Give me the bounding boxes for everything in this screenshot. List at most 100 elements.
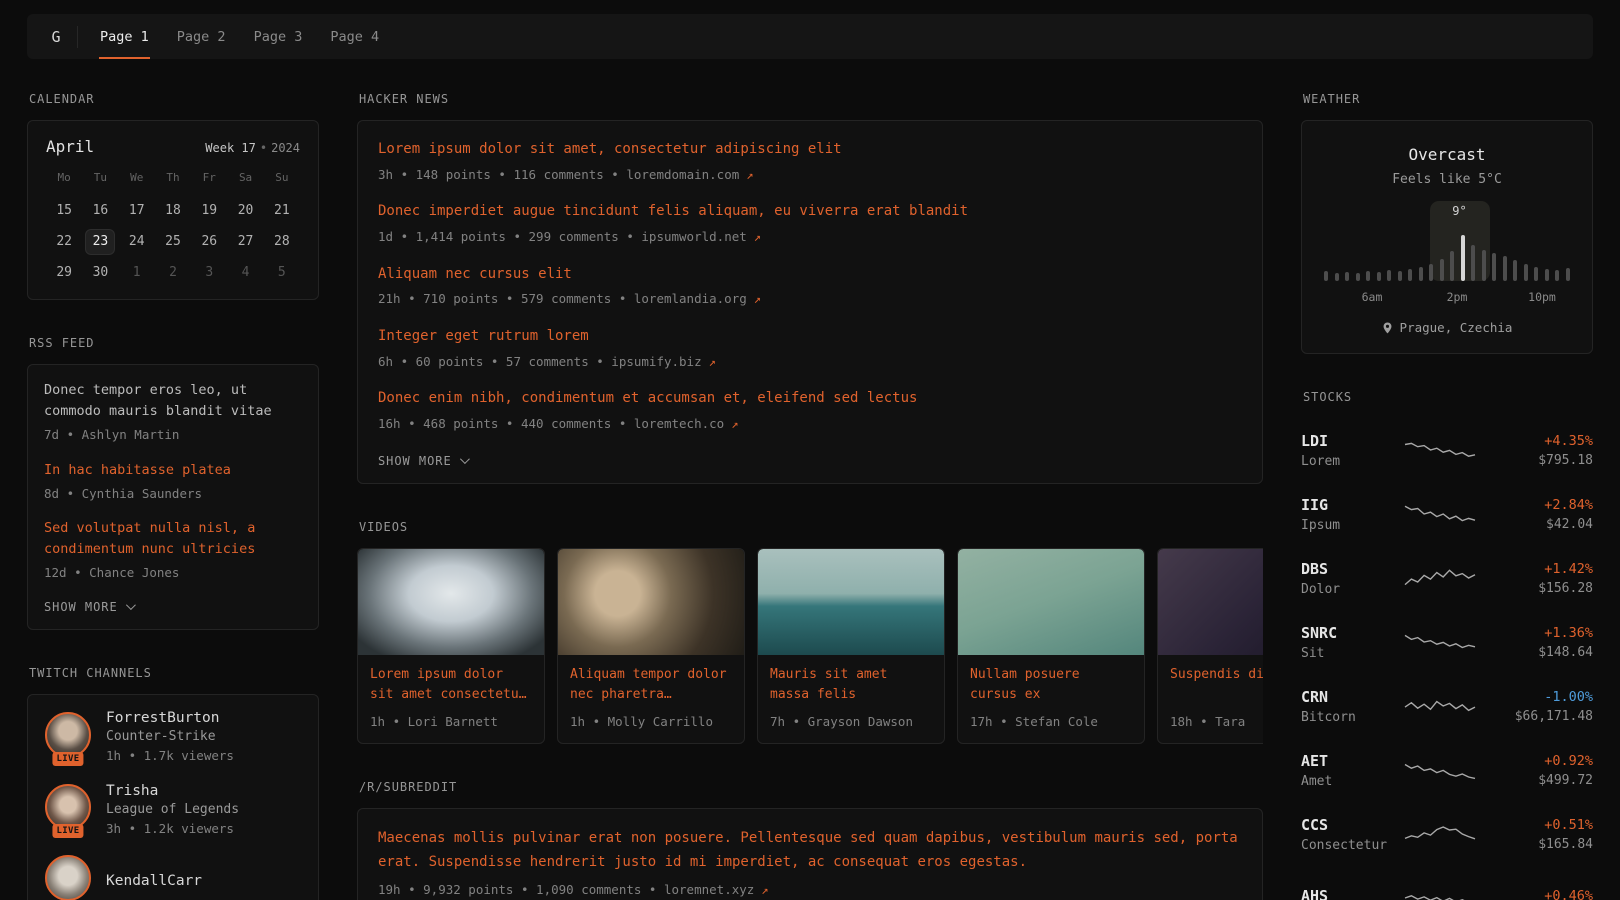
stock-ticker: CCS [1301,816,1399,834]
video-card[interactable]: Lorem ipsum dolor sit amet consectetu… 1… [357,548,545,745]
page-tabs: Page 1Page 2Page 3Page 4 [86,14,393,59]
subreddit-post-card: Maecenas mollis pulvinar erat non posuer… [357,808,1263,900]
twitch-widget: TWITCH CHANNELS LIVE ForrestBurton [27,666,319,900]
hackernews-item-domain[interactable]: loremlandia.org [634,291,747,306]
twitch-channel[interactable]: LIVE Trisha League of Legends 3h • 1.2k … [44,783,302,839]
stock-row[interactable]: IIG Ipsum +2.84% $42.04 [1301,482,1593,546]
chevron-down-icon [460,454,470,464]
hackernews-item-stats: 1d • 1,414 points • 299 comments • [378,229,641,244]
video-meta: 1h • Lori Barnett [370,713,532,732]
stock-identity: CRN Bitcorn [1301,688,1399,725]
external-link-icon[interactable]: ↗ [731,417,738,431]
chevron-down-icon [126,600,136,610]
hackernews-item-title[interactable]: Lorem ipsum dolor sit amet, consectetur … [378,140,1242,160]
stock-row[interactable]: AET Amet +0.92% $499.72 [1301,738,1593,802]
rss-item: In hac habitasse platea 8d • Cynthia Sau… [44,460,302,504]
weather-location: Prague, Czechia [1322,320,1572,335]
page-tab[interactable]: Page 3 [240,14,317,59]
video-card[interactable]: Aliquam tempor dolor nec pharetra… 1h • … [557,548,745,745]
rss-item: Sed volutpat nulla nisl, a condimentum n… [44,518,302,583]
hackernews-item-domain[interactable]: loremtech.co [634,416,724,431]
video-title[interactable]: Mauris sit amet massa felis [770,665,932,706]
video-title[interactable]: Suspendis diam [1170,665,1263,706]
rss-item-title[interactable]: Sed volutpat nulla nisl, a condimentum n… [44,518,302,560]
twitch-channel-info: KendallCarr [106,873,202,889]
hackernews-widget-title: HACKER NEWS [359,92,1263,106]
video-title[interactable]: Nullam posuere cursus ex [970,665,1132,706]
calendar-day: 24 [123,230,151,254]
app-logo[interactable]: G [39,28,73,46]
external-link-icon[interactable]: ↗ [761,883,768,897]
rss-item-title[interactable]: Donec tempor eros leo, ut commodo mauris… [44,380,302,422]
hackernews-item: Lorem ipsum dolor sit amet, consectetur … [378,140,1242,184]
video-card[interactable]: Mauris sit amet massa felis 7h • Grayson… [757,548,945,745]
stocks-widget: STOCKS LDI Lorem +4.35% $795.18 [1301,390,1593,900]
page-tab[interactable]: Page 1 [86,14,163,59]
weather-bar [1387,270,1391,281]
show-more-button[interactable]: SHOW MORE [378,452,467,470]
weather-condition: Overcast [1322,145,1572,164]
stock-row[interactable]: SNRC Sit +1.36% $148.64 [1301,610,1593,674]
video-thumbnail [558,549,744,655]
stock-row[interactable]: AHS +0.46% [1301,866,1593,900]
stock-price: $42.04 [1481,517,1593,532]
external-link-icon[interactable]: ↗ [754,230,761,244]
twitch-channel[interactable]: KendallCarr [44,855,302,900]
external-link-icon[interactable]: ↗ [709,355,716,369]
subreddit-post-meta: 19h • 9,932 points • 1,090 comments • lo… [378,881,1242,900]
calendar-day: 19 [195,199,223,223]
hackernews-item-title[interactable]: Donec enim nibh, condimentum et accumsan… [378,389,1242,409]
avatar-image [45,855,91,900]
video-title[interactable]: Lorem ipsum dolor sit amet consectetu… [370,665,532,706]
page-tab[interactable]: Page 4 [316,14,393,59]
video-card[interactable]: Suspendis diam 18h • Tara [1157,548,1263,745]
weather-widget: WEATHER Overcast Feels like 5°C 9° 6am 2… [1301,92,1593,354]
rss-item-meta: 12d • Chance Jones [44,564,302,583]
hackernews-item-title[interactable]: Integer eget rutrum lorem [378,327,1242,347]
video-meta: 18h • Tara [1170,713,1263,732]
weather-bar [1524,264,1528,281]
stock-row[interactable]: LDI Lorem +4.35% $795.18 [1301,418,1593,482]
top-navigation: G Page 1Page 2Page 3Page 4 [27,14,1593,59]
live-badge: LIVE [52,752,83,766]
stock-figures: +0.92% $499.72 [1481,753,1593,788]
video-title[interactable]: Aliquam tempor dolor nec pharetra… [570,665,732,706]
stock-change: +0.46% [1481,888,1593,900]
hackernews-item-domain[interactable]: loremdomain.com [626,167,739,182]
show-more-label: SHOW MORE [378,454,452,468]
stock-sparkline [1399,437,1481,463]
hackernews-item-domain[interactable]: ipsumworld.net [641,229,746,244]
stock-ticker: AHS [1301,887,1399,900]
calendar-separator: • [260,141,267,155]
calendar-day: 29 [50,261,78,285]
stock-sparkline [1399,629,1481,655]
stock-price: $156.28 [1481,581,1593,596]
calendar-year: 2024 [271,141,300,155]
subreddit-post-stats: 19h • 9,932 points • 1,090 comments • [378,882,664,897]
weather-bar [1555,270,1559,281]
calendar-day: 26 [195,230,223,254]
page-tab[interactable]: Page 2 [163,14,240,59]
show-more-button[interactable]: SHOW MORE [44,598,133,616]
subreddit-post-title[interactable]: Maecenas mollis pulvinar erat non posuer… [378,827,1242,873]
external-link-icon[interactable]: ↗ [746,168,753,182]
left-column: CALENDAR April Week 17•2024 MoTuWeThFrSa… [27,92,319,900]
stock-row[interactable]: DBS Dolor +1.42% $156.28 [1301,546,1593,610]
twitch-channel[interactable]: LIVE ForrestBurton Counter-Strike 1h • 1… [44,710,302,766]
hackernews-item-title[interactable]: Donec imperdiet augue tincidunt felis al… [378,202,1242,222]
video-card[interactable]: Nullam posuere cursus ex 17h • Stefan Co… [957,548,1145,745]
calendar-dow-label: Mo [58,171,71,184]
hackernews-item-stats: 16h • 468 points • 440 comments • [378,416,634,431]
stock-row[interactable]: CRN Bitcorn -1.00% $66,171.48 [1301,674,1593,738]
subreddit-post-domain[interactable]: loremnet.xyz [664,882,754,897]
hackernews-item-domain[interactable]: ipsumify.biz [611,354,701,369]
rss-item-title[interactable]: In hac habitasse platea [44,460,302,481]
calendar-week: Week 17 [205,141,256,155]
external-link-icon[interactable]: ↗ [754,292,761,306]
stock-figures: +2.84% $42.04 [1481,497,1593,532]
hackernews-item-title[interactable]: Aliquam nec cursus elit [378,265,1242,285]
twitch-list: LIVE ForrestBurton Counter-Strike 1h • 1… [44,710,302,900]
weather-bar [1377,272,1381,281]
stock-row[interactable]: CCS Consectetur +0.51% $165.84 [1301,802,1593,866]
twitch-channel-name: Trisha [106,783,239,799]
